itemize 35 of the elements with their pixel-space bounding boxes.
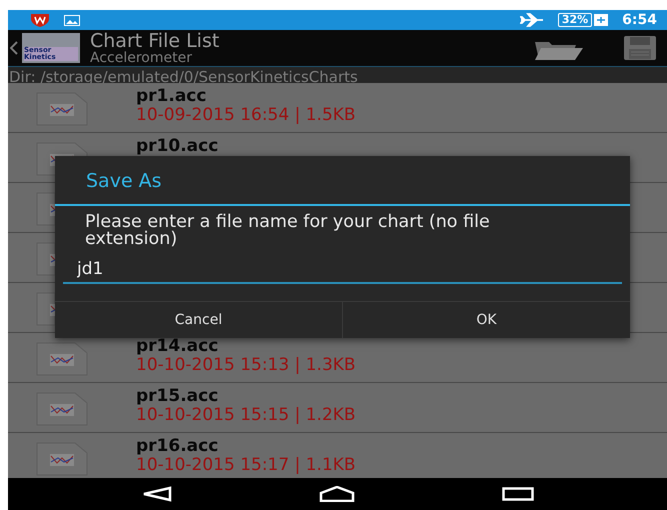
dialog-title: Save As (55, 156, 630, 206)
file-name: pr1.acc (136, 87, 208, 105)
home-icon[interactable] (318, 486, 354, 502)
chart-file-icon (36, 392, 88, 426)
back-icon[interactable] (142, 486, 172, 502)
file-name: pr14.acc (136, 337, 220, 355)
file-details: 10-10-2015 15:17 | 1.1KB (136, 455, 356, 475)
file-row[interactable]: pr1.acc 10-09-2015 16:54 | 1.5KB (8, 83, 667, 133)
airplane-icon (520, 13, 544, 27)
file-details: 10-10-2015 15:15 | 1.2KB (136, 405, 356, 425)
dialog-message: Please enter a file name for your chart (no file extension) (84, 211, 491, 250)
file-details: 10-10-2015 15:13 | 1.3KB (136, 355, 356, 375)
image-icon (64, 14, 80, 26)
screen-subtitle: Accelerometer (90, 50, 193, 66)
chart-file-icon (36, 342, 88, 376)
file-name: pr16.acc (136, 437, 220, 455)
file-name-field[interactable]: jd1 (63, 256, 622, 284)
back-chevron-icon (10, 41, 18, 55)
dialog-button[interactable]: OK (342, 302, 630, 338)
file-name: pr15.acc (136, 387, 220, 405)
battery-level: 32% (558, 13, 592, 27)
chart-file-icon (36, 192, 55, 226)
file-row[interactable]: pr15.acc 10-10-2015 15:15 | 1.2KB (8, 383, 667, 433)
recent-apps-icon[interactable] (502, 487, 534, 501)
file-details: 10-09-2015 16:54 | 1.5KB (136, 105, 356, 125)
chart-file-icon (36, 242, 55, 276)
chart-file-icon (36, 92, 88, 126)
shield-icon (30, 13, 50, 27)
screen-title: Chart File List (90, 30, 220, 50)
chart-file-icon (36, 292, 55, 326)
charging-icon (594, 14, 608, 26)
directory-path: Dir: /storage/emulated/0/SensorKineticsCharts (8, 68, 358, 86)
back-button[interactable] (10, 41, 18, 55)
clock-time: 6:54 (622, 12, 657, 28)
file-name: pr10.acc (136, 137, 218, 155)
